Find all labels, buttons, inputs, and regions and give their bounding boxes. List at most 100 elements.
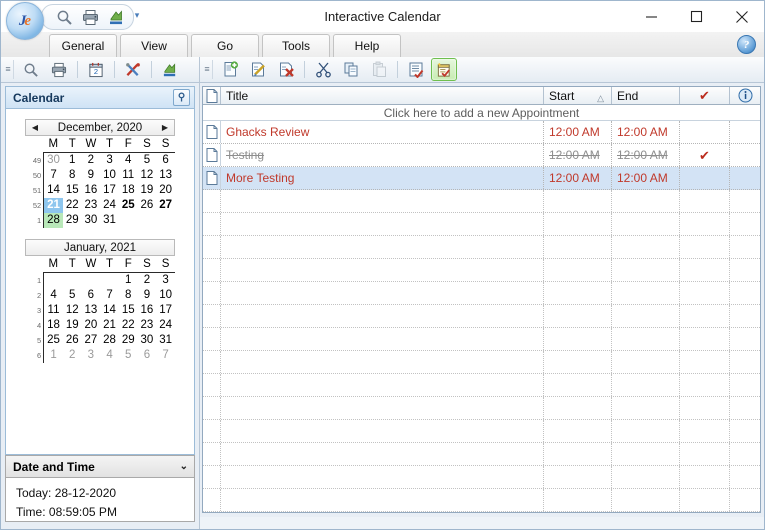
month-title[interactable]: January, 2021 — [30, 242, 170, 254]
row-end-time[interactable]: 12:00 AM — [612, 121, 680, 143]
row-start-time[interactable]: 12:00 AM — [544, 121, 612, 143]
row-info-cell[interactable] — [730, 121, 760, 143]
calendar-day[interactable]: 26 — [138, 198, 157, 213]
toolbar-grip[interactable]: ≡ — [202, 60, 213, 79]
calendar-day[interactable]: 7 — [100, 288, 119, 303]
empty-row[interactable] — [203, 213, 760, 236]
row-end-time[interactable]: 12:00 AM — [612, 144, 680, 166]
pin-icon[interactable]: ⚲ — [173, 89, 190, 106]
tools-icon[interactable] — [120, 58, 146, 81]
export-icon[interactable] — [157, 58, 183, 81]
calendar-day[interactable]: 1 — [63, 153, 82, 169]
calendar-day[interactable]: 31 — [156, 333, 175, 348]
calendar-day[interactable]: 18 — [44, 318, 63, 333]
calendar-day[interactable]: 3 — [82, 348, 101, 363]
calendar-day[interactable]: 22 — [119, 318, 138, 333]
tab-general[interactable]: General — [49, 34, 117, 57]
search-icon[interactable] — [18, 58, 44, 81]
row-completed-cell[interactable]: ✔ — [680, 144, 730, 166]
calendar-day[interactable]: 29 — [119, 333, 138, 348]
calendar-day[interactable]: 20 — [156, 183, 175, 198]
calendar-day[interactable]: 23 — [138, 318, 157, 333]
empty-row[interactable] — [203, 236, 760, 259]
close-button[interactable] — [719, 1, 764, 32]
calendar-day[interactable]: 8 — [119, 288, 138, 303]
calendar-day[interactable]: 6 — [138, 348, 157, 363]
calendar-day[interactable]: 24 — [100, 198, 119, 213]
calendar-day[interactable]: 22 — [63, 198, 82, 213]
tab-view[interactable]: View — [120, 34, 188, 57]
print-icon[interactable] — [46, 58, 72, 81]
row-start-time[interactable]: 12:00 AM — [544, 167, 612, 189]
calendar-day[interactable]: 21 — [43, 198, 63, 213]
calendar-day[interactable]: 3 — [100, 153, 119, 169]
column-header-end[interactable]: End — [612, 87, 680, 105]
cut-icon[interactable] — [310, 58, 336, 81]
prev-month-icon[interactable]: ◀ — [30, 123, 40, 132]
row-end-time[interactable]: 12:00 AM — [612, 167, 680, 189]
calendar-day[interactable]: 31 — [100, 213, 119, 228]
calendar-day[interactable]: 28 — [100, 333, 119, 348]
column-header-title[interactable]: Title — [221, 87, 544, 105]
maximize-button[interactable] — [674, 1, 719, 32]
add-appointment-row[interactable]: Click here to add a new Appointment — [203, 105, 760, 121]
calendar-day[interactable]: 1 — [119, 273, 138, 289]
toolbar-grip[interactable]: ≡ — [3, 60, 14, 79]
calendar-day[interactable]: 28 — [43, 213, 63, 228]
tab-go[interactable]: Go — [191, 34, 259, 57]
calendar-day[interactable]: 25 — [44, 333, 63, 348]
calendar-day[interactable]: 17 — [100, 183, 119, 198]
calendar-day[interactable]: 30 — [138, 333, 157, 348]
calendar-day[interactable]: 18 — [119, 183, 138, 198]
help-button[interactable]: ? — [737, 35, 756, 54]
empty-row[interactable] — [203, 282, 760, 305]
table-row[interactable]: Testing 12:00 AM 12:00 AM ✔ — [203, 144, 760, 167]
empty-row[interactable] — [203, 443, 760, 466]
calendar-day[interactable]: 14 — [100, 303, 119, 318]
calendar-day[interactable]: 5 — [138, 153, 157, 169]
calendar-day[interactable]: 17 — [156, 303, 175, 318]
minimize-button[interactable] — [629, 1, 674, 32]
calendar-day[interactable]: 3 — [156, 273, 175, 289]
column-header-info[interactable] — [730, 87, 760, 104]
row-title[interactable]: Testing — [221, 144, 544, 166]
row-info-cell[interactable] — [730, 144, 760, 166]
calendar-day[interactable]: 26 — [63, 333, 82, 348]
paste-icon[interactable] — [366, 58, 392, 81]
calendar-day[interactable]: 29 — [63, 213, 82, 228]
next-month-icon[interactable]: ▶ — [160, 123, 170, 132]
calendar-day[interactable]: 1 — [44, 348, 63, 363]
row-title[interactable]: More Testing — [221, 167, 544, 189]
calendar-day[interactable]: 9 — [82, 168, 101, 183]
empty-row[interactable] — [203, 397, 760, 420]
edit-appointment-icon[interactable] — [245, 58, 271, 81]
appointments-icon[interactable] — [431, 58, 457, 81]
calendar-day[interactable]: 2 — [63, 348, 82, 363]
calendar-day[interactable]: 6 — [156, 153, 175, 169]
tab-tools[interactable]: Tools — [262, 34, 330, 57]
row-completed-cell[interactable] — [680, 167, 730, 189]
row-info-cell[interactable] — [730, 167, 760, 189]
empty-row[interactable] — [203, 305, 760, 328]
chevron-down-icon[interactable]: ⌄ — [180, 461, 188, 472]
calendar-day[interactable]: 11 — [119, 168, 138, 183]
empty-row[interactable] — [203, 328, 760, 351]
calendar-day[interactable]: 5 — [119, 348, 138, 363]
calendar-day[interactable]: 10 — [156, 288, 175, 303]
calendar-day[interactable]: 30 — [44, 153, 63, 169]
calendar-day[interactable]: 20 — [82, 318, 101, 333]
calendar-day[interactable]: 12 — [138, 168, 157, 183]
column-header-completed[interactable]: ✔ — [680, 87, 730, 105]
empty-row[interactable] — [203, 190, 760, 213]
calendar-day[interactable]: 30 — [82, 213, 101, 228]
column-header-start[interactable]: Start △ — [544, 87, 612, 105]
calendar-day[interactable]: 10 — [100, 168, 119, 183]
calendar-day[interactable]: 4 — [44, 288, 63, 303]
empty-row[interactable] — [203, 374, 760, 397]
tab-help[interactable]: Help — [333, 34, 401, 57]
calendar-day[interactable]: 11 — [44, 303, 63, 318]
calendar-day[interactable]: 7 — [156, 348, 175, 363]
calendar-day[interactable]: 19 — [63, 318, 82, 333]
calendar-day[interactable]: 13 — [156, 168, 175, 183]
calendar-day[interactable]: 12 — [63, 303, 82, 318]
